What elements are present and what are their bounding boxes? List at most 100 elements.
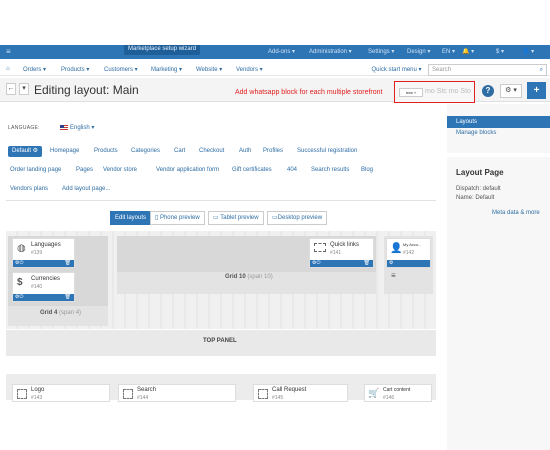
tab-auth[interactable]: Auth (239, 146, 251, 157)
sidebar-item-layouts[interactable]: Layouts (447, 116, 550, 128)
currency-menu[interactable]: $ ▾ (496, 48, 504, 55)
language-value: English ▾ (70, 125, 95, 131)
home-icon[interactable]: ⌂ (6, 66, 10, 72)
search-icon[interactable]: ⌕ (540, 65, 543, 75)
phone-preview-button[interactable]: ▯ Phone preview (150, 211, 205, 225)
nav-products[interactable]: Products ▾ (61, 66, 89, 73)
block-delete-icon[interactable]: 🗑 (65, 260, 71, 267)
block-name: Languages (31, 242, 61, 248)
nav-customers[interactable]: Customers ▾ (104, 66, 138, 73)
top-panel-label: TOP PANEL (203, 338, 237, 344)
languages-block[interactable]: ◍ Languages #139 ⚙⏻ 🗑 (12, 238, 75, 268)
marketplace-wizard-button[interactable]: Marketplace setup wizard (124, 45, 201, 55)
tab-vendors-plans[interactable]: Vendors plans (10, 184, 48, 195)
help-icon[interactable]: ? (482, 85, 494, 97)
currencies-block[interactable]: $ Currencies #140 ⚙⏻ 🗑 (12, 272, 75, 302)
block-settings-icon[interactable]: ⚙⏻ (312, 260, 320, 267)
add-layout-page-link[interactable]: Add layout page... (62, 184, 110, 195)
block-id: #143 (31, 395, 43, 401)
tab-order-landing-page[interactable]: Order landing page (10, 165, 61, 176)
placeholder-icon (314, 243, 326, 252)
menu-icon[interactable]: ≡ (6, 47, 11, 56)
settings-menu[interactable]: Settings ▾ (368, 48, 394, 55)
tab-blog[interactable]: Blog (361, 165, 373, 176)
block-toolbar: ⚙⏻ 🗑 (13, 260, 74, 267)
nav-orders[interactable]: Orders ▾ (23, 66, 46, 73)
nav-vendors[interactable]: Vendors ▾ (236, 66, 263, 73)
sidebar-item-manage-blocks[interactable]: Manage blocks (456, 130, 496, 136)
search-block[interactable]: Search #144 (118, 384, 236, 402)
block-id: #144 (137, 395, 149, 401)
desktop-preview-button[interactable]: ▭Desktop preview (267, 211, 328, 225)
tab-vendor-application-form[interactable]: Vendor application form (156, 165, 219, 176)
storefront-pill[interactable]: ■■■ ▾ (399, 88, 423, 97)
search-input[interactable]: Search ⌕ (428, 64, 547, 76)
tablet-preview-button[interactable]: ▭ Tablet preview (208, 211, 264, 225)
tab-pages[interactable]: Pages (76, 165, 93, 176)
block-delete-icon[interactable]: 🗑 (364, 260, 370, 267)
tab-404[interactable]: 404 (287, 165, 297, 176)
add-button[interactable]: + (527, 82, 546, 99)
administration-menu[interactable]: Administration ▾ (309, 48, 352, 55)
divider (6, 200, 436, 201)
call-request-block[interactable]: Call Request #145 (253, 384, 348, 402)
tab-search-results[interactable]: Search results (311, 165, 349, 176)
language-select[interactable]: English ▾ (60, 124, 94, 131)
back-arrow-icon[interactable]: ← (6, 83, 16, 95)
block-delete-icon[interactable]: 🗑 (65, 294, 71, 301)
language-menu[interactable]: EN ▾ (442, 48, 455, 55)
storefront-selector-highlight[interactable]: ■■■ ▾ mo Stc mo Sto (394, 81, 475, 103)
grid-10-name: Grid 10 (225, 274, 246, 280)
block-name: Currencies (31, 276, 61, 282)
tab-homepage[interactable]: Homepage (50, 146, 79, 157)
design-menu[interactable]: Design ▾ (407, 48, 430, 55)
quick-start-menu[interactable]: Quick start menu ▾ (368, 64, 425, 76)
block-id: #146 (383, 395, 395, 401)
tab-gift-certificates[interactable]: Gift certificates (232, 165, 272, 176)
user-menu[interactable]: 👤 ▾ (522, 48, 534, 55)
placeholder-icon (258, 389, 268, 399)
block-name: My Acco... (403, 242, 422, 247)
tab-vendor-store[interactable]: Vendor store (103, 165, 137, 176)
tab-products[interactable]: Products (94, 146, 118, 157)
block-id: #142 (403, 250, 415, 256)
grid-4-label: Grid 4 (span 4) (40, 310, 81, 316)
block-toolbar: ⚙⏻ 🗑 (310, 260, 373, 267)
search-placeholder: Search (432, 67, 452, 73)
placeholder-icon (123, 389, 133, 399)
tab-checkout[interactable]: Checkout (199, 146, 224, 157)
grid-10-label: Grid 10 (span 10) (225, 274, 273, 280)
edit-layouts-button[interactable]: Edit layouts (110, 211, 152, 225)
tab-cart[interactable]: Cart (174, 146, 185, 157)
page-title: Editing layout: Main (34, 83, 139, 97)
my-account-block[interactable]: 👤 My Acco... #142 ⚙ (386, 238, 431, 268)
tab-successful-registration[interactable]: Successful registration (297, 146, 357, 157)
block-settings-icon[interactable]: ⚙⏻ (15, 294, 23, 301)
settings-gear-icon[interactable]: ⚙ ▾ (500, 84, 522, 98)
meta-data-link[interactable]: Meta data & more (492, 210, 540, 216)
tab-categories[interactable]: Categories (131, 146, 160, 157)
nav-website[interactable]: Website ▾ (196, 66, 222, 73)
history-dropdown-icon[interactable]: ▾ (19, 83, 29, 95)
logo-block[interactable]: Logo #143 (12, 384, 110, 402)
tab-profiles[interactable]: Profiles (263, 146, 283, 157)
grid-10-span: (span 10) (247, 274, 273, 280)
sidebar-divider (447, 153, 550, 157)
block-settings-icon[interactable]: ⚙ (389, 260, 393, 267)
block-name: Logo (31, 387, 45, 393)
annotation-text: Add whatsapp block for each multiple sto… (235, 89, 383, 96)
dispatch-info: Dispatch: default (456, 186, 501, 192)
tab-default[interactable]: Default ⚙ (8, 146, 43, 157)
grid-4-name: Grid 4 (40, 310, 58, 316)
quick-links-block[interactable]: Quick links #141 ⚙⏻ 🗑 (309, 238, 374, 268)
block-name: Cart content (383, 387, 411, 393)
addons-menu[interactable]: Add-ons ▾ (268, 48, 295, 55)
notifications-menu[interactable]: 🔔 ▾ (462, 48, 474, 55)
storefront-names: mo Stc mo Sto (425, 88, 471, 95)
block-settings-icon[interactable]: ⚙⏻ (15, 260, 23, 267)
block-name: Quick links (330, 242, 360, 248)
block-id: #140 (31, 284, 43, 290)
cart-content-block[interactable]: 🛒 Cart content #146 (364, 384, 432, 402)
nav-marketing[interactable]: Marketing ▾ (151, 66, 182, 73)
grid-menu-icon[interactable]: ≡ (391, 271, 396, 280)
